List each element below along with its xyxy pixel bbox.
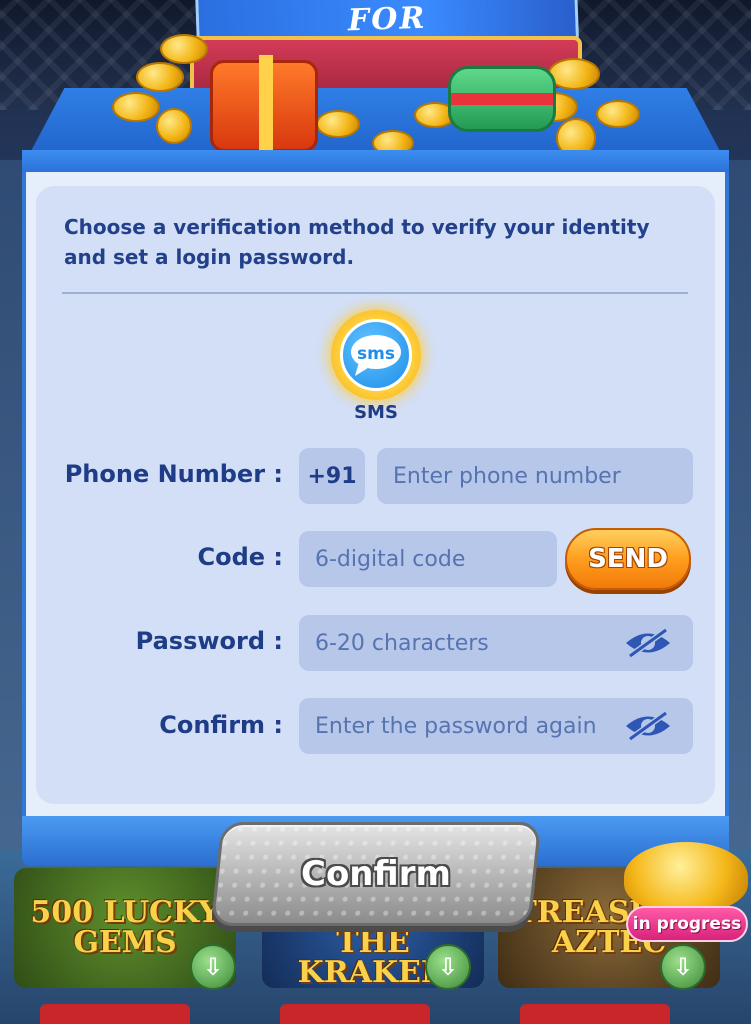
confirm-button[interactable]: Confirm [210,822,542,926]
country-code-selector[interactable]: +91 [299,448,365,504]
sms-bubble-icon: sms [340,319,412,391]
sms-method-label: SMS [354,402,398,423]
divider [62,292,688,294]
code-field [299,531,557,587]
phone-number-field [377,448,693,504]
sms-method-option[interactable]: sms [331,310,421,400]
code-label: Code : [197,543,283,571]
modal-header-band [22,150,729,174]
password-input[interactable] [315,630,625,656]
red-gift-box-image [210,55,318,155]
gold-coin-image [160,34,208,64]
phone-number-label: Phone Number : [64,460,283,488]
instruction-text: Choose a verification method to verify y… [64,215,650,269]
background-left-edge [0,160,22,860]
magic-lamp-icon[interactable] [624,842,748,912]
download-icon: ⇩ [425,944,471,990]
eye-slash-icon[interactable] [622,626,674,660]
jackpot-strip [40,1004,190,1024]
confirm-button-label: Confirm [301,854,451,894]
download-icon: ⇩ [660,944,706,990]
banner-text: FOR [347,0,427,39]
phone-number-input[interactable] [393,463,693,489]
jackpot-strip [280,1004,430,1024]
event-progress-badge[interactable]: in progress [626,906,748,942]
confirm-password-label: Confirm : [159,711,283,739]
sms-icon-text: sms [357,344,395,364]
gold-coin-image [596,100,640,128]
eye-slash-icon[interactable] [622,709,674,743]
download-icon: ⇩ [190,944,236,990]
gold-coin-image [136,62,184,92]
send-code-button[interactable]: SEND [565,528,691,590]
confirm-password-input[interactable] [315,713,625,739]
jackpot-strip [520,1004,670,1024]
verification-code-input[interactable] [315,546,557,572]
gold-coin-image [316,110,360,138]
gold-coin-image [156,108,192,144]
gold-coin-image [112,92,160,122]
background-right-edge [729,160,751,860]
green-gift-box-image [448,66,556,132]
password-label: Password : [135,627,283,655]
